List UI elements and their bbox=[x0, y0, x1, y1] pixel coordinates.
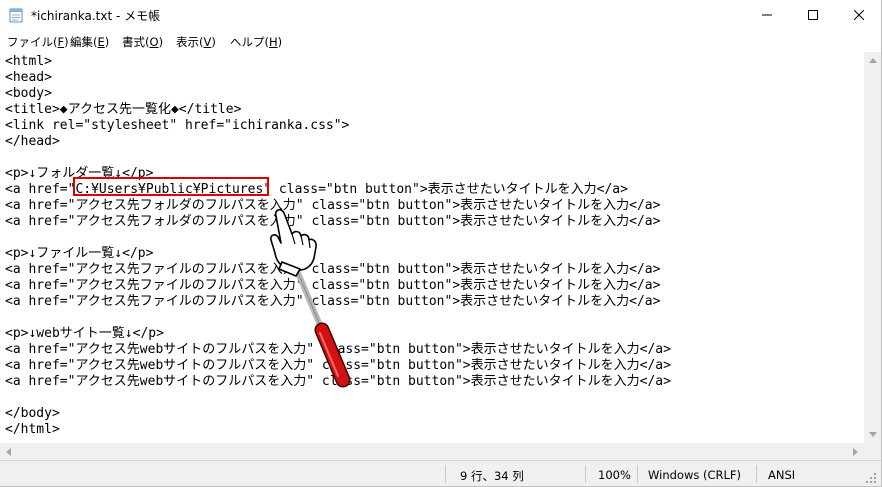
text-editor[interactable]: <html> <head> <body> <title>◆アクセス先一覧化◆</… bbox=[0, 52, 864, 443]
status-divider bbox=[637, 465, 638, 483]
title-bar[interactable]: *ichiranka.txt - メモ帳 bbox=[0, 0, 882, 30]
editor-line: <head> bbox=[5, 70, 52, 85]
status-encoding: ANSI bbox=[768, 468, 796, 482]
close-icon bbox=[854, 10, 864, 20]
editor-line: </head> bbox=[5, 134, 60, 149]
editor-line: <a href="アクセス先ファイルのフルパスを入力" class="btn b… bbox=[5, 262, 661, 277]
path-highlight-box bbox=[73, 177, 269, 196]
editor-line: </html> bbox=[5, 422, 60, 437]
editor-line: <a href="アクセス先ファイルのフルパスを入力" class="btn b… bbox=[5, 278, 661, 293]
editor-line: </body> bbox=[5, 406, 60, 421]
menu-help[interactable]: ヘルプ(H) bbox=[230, 34, 282, 50]
menu-bar: ファイル(F) 編集(E) 書式(O) 表示(V) ヘルプ(H) bbox=[0, 30, 882, 52]
minimize-icon bbox=[762, 14, 772, 16]
menu-file[interactable]: ファイル(F) bbox=[7, 34, 69, 50]
editor-line: <html> bbox=[5, 54, 52, 69]
maximize-button[interactable] bbox=[790, 0, 836, 30]
scroll-up-icon[interactable] bbox=[864, 52, 881, 69]
vertical-scrollbar[interactable] bbox=[864, 52, 881, 443]
menu-view[interactable]: 表示(V) bbox=[176, 34, 216, 50]
editor-line: <a href="アクセス先webサイトのフルパスを入力" class="btn… bbox=[5, 358, 671, 373]
close-button[interactable] bbox=[836, 0, 882, 30]
notepad-icon bbox=[9, 7, 23, 23]
status-line-ending: Windows (CRLF) bbox=[648, 468, 742, 482]
status-divider bbox=[756, 465, 757, 483]
editor-line: <title>◆アクセス先一覧化◆</title> bbox=[5, 102, 242, 117]
editor-line: <a href="アクセス先ファイルのフルパスを入力" class="btn b… bbox=[5, 294, 661, 309]
scrollbar-corner bbox=[864, 443, 881, 460]
menu-edit[interactable]: 編集(E) bbox=[70, 34, 109, 50]
window-title: *ichiranka.txt - メモ帳 bbox=[31, 9, 161, 23]
resize-grip-icon[interactable] bbox=[866, 473, 877, 484]
editor-line: <p>↓ファイル一覧↓</p> bbox=[5, 246, 154, 261]
editor-line: <body> bbox=[5, 86, 52, 101]
scroll-right-icon[interactable] bbox=[847, 443, 864, 460]
status-cursor-position: 9 行、34 列 bbox=[460, 469, 524, 483]
status-bar: 9 行、34 列 100% Windows (CRLF) ANSI bbox=[0, 460, 882, 487]
editor-line: <a href="アクセス先webサイトのフルパスを入力" class="btn… bbox=[5, 374, 671, 389]
editor-line: <p>↓webサイト一覧↓</p> bbox=[5, 326, 164, 341]
editor-line: <link rel="stylesheet" href="ichiranka.c… bbox=[5, 118, 350, 133]
editor-line: <a href="アクセス先webサイトのフルパスを入力" class="btn… bbox=[5, 342, 671, 357]
notepad-window: *ichiranka.txt - メモ帳 ファイル(F) 編集(E) 書式(O)… bbox=[0, 0, 882, 487]
horizontal-scrollbar[interactable] bbox=[0, 443, 864, 460]
menu-format[interactable]: 書式(O) bbox=[122, 34, 163, 50]
editor-line: <a href="アクセス先フォルダのフルパスを入力" class="btn b… bbox=[5, 214, 661, 229]
scroll-left-icon[interactable] bbox=[0, 443, 17, 460]
status-zoom: 100% bbox=[598, 468, 631, 482]
maximize-icon bbox=[808, 10, 818, 20]
scroll-down-icon[interactable] bbox=[864, 426, 881, 443]
editor-line: <a href="アクセス先フォルダのフルパスを入力" class="btn b… bbox=[5, 198, 661, 213]
status-divider bbox=[445, 465, 446, 483]
minimize-button[interactable] bbox=[744, 0, 790, 30]
status-divider bbox=[585, 465, 586, 483]
